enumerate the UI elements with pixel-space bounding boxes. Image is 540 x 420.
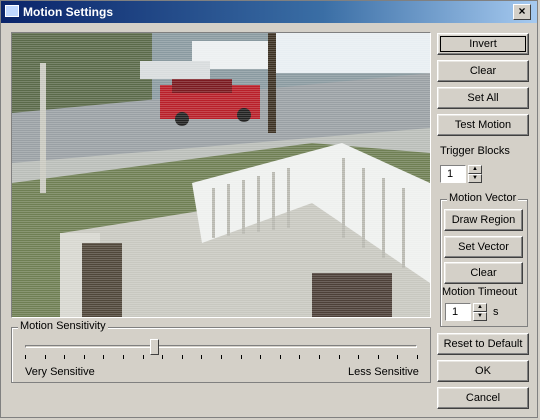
slider-tick <box>338 355 340 359</box>
spin-up-icon[interactable]: ▲ <box>468 165 482 174</box>
slider-tick <box>279 355 281 359</box>
app-icon <box>5 5 19 17</box>
slider-tick <box>201 355 203 359</box>
sensitivity-slider-thumb[interactable] <box>150 339 160 355</box>
slider-tick <box>181 355 183 359</box>
motion-vector-title: Motion Vector <box>447 192 519 204</box>
motion-timeout-input[interactable]: 1 <box>445 303 471 321</box>
slider-tick <box>25 355 26 359</box>
slider-tick <box>377 355 379 359</box>
camera-preview-image <box>12 33 430 317</box>
trigger-blocks-label: Trigger Blocks <box>440 145 510 157</box>
trigger-blocks-input[interactable]: 1 <box>440 165 466 183</box>
slider-tick <box>44 355 46 359</box>
spin-down-icon[interactable]: ▼ <box>473 312 487 321</box>
motion-timeout-unit: s <box>493 306 499 318</box>
camera-preview[interactable] <box>11 32 431 318</box>
close-button[interactable]: × <box>513 4 531 20</box>
motion-timeout-label: Motion Timeout <box>442 286 518 298</box>
slider-tick <box>240 355 242 359</box>
motion-settings-window: Motion Settings × Invert Clear Set All T… <box>0 0 538 418</box>
draw-region-button[interactable]: Draw Region <box>444 209 523 231</box>
test-motion-button[interactable]: Test Motion <box>437 114 529 136</box>
very-sensitive-label: Very Sensitive <box>25 366 95 378</box>
clear-button[interactable]: Clear <box>437 60 529 82</box>
reset-to-default-button[interactable]: Reset to Default <box>437 333 529 355</box>
ok-button[interactable]: OK <box>437 360 529 382</box>
set-all-button[interactable]: Set All <box>437 87 529 109</box>
set-vector-button[interactable]: Set Vector <box>444 236 523 258</box>
cancel-button[interactable]: Cancel <box>437 387 529 409</box>
spin-up-icon[interactable]: ▲ <box>473 303 487 312</box>
window-title: Motion Settings <box>23 5 113 19</box>
slider-tick <box>397 355 399 359</box>
motion-sensitivity-title: Motion Sensitivity <box>18 320 108 332</box>
slider-tick <box>221 355 222 359</box>
slider-tick <box>64 355 66 359</box>
invert-button[interactable]: Invert <box>437 33 529 55</box>
slider-tick <box>260 355 262 359</box>
sensitivity-slider-track[interactable] <box>25 345 417 348</box>
slider-tick <box>358 355 360 359</box>
slider-tick <box>417 355 418 359</box>
vector-clear-button[interactable]: Clear <box>444 262 523 284</box>
slider-tick <box>162 355 164 359</box>
title-bar[interactable]: Motion Settings × <box>1 1 537 23</box>
slider-tick <box>319 355 320 359</box>
spin-down-icon[interactable]: ▼ <box>468 174 482 183</box>
slider-tick <box>123 355 124 359</box>
slider-tick <box>299 355 301 359</box>
less-sensitive-label: Less Sensitive <box>348 366 419 378</box>
slider-tick <box>142 355 144 359</box>
slider-tick <box>83 355 85 359</box>
slider-tick <box>103 355 105 359</box>
